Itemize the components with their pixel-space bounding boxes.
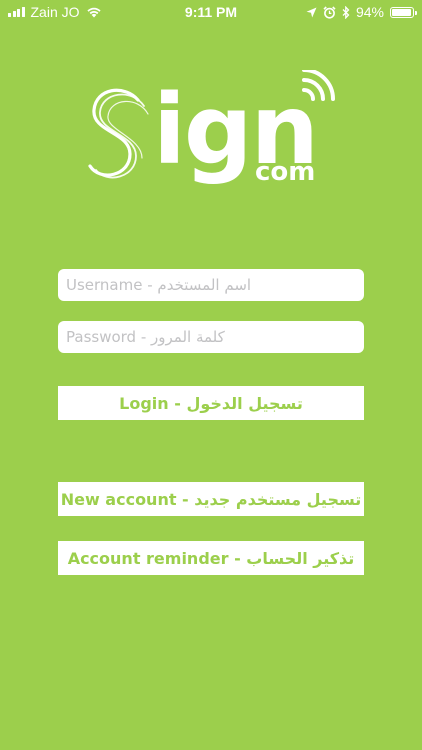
- logo-suffix: com: [255, 157, 316, 187]
- logo-s-stroke-outer: [88, 88, 140, 177]
- location-arrow-icon: [306, 7, 317, 17]
- login-button[interactable]: Login - تسجيل الدخول: [58, 386, 364, 420]
- account-reminder-button[interactable]: Account reminder - تذكير الحساب: [58, 541, 364, 575]
- bluetooth-icon: [342, 5, 350, 19]
- password-input[interactable]: [58, 321, 364, 353]
- new-account-button[interactable]: New account - تسجيل مستخدم جديد: [58, 482, 364, 516]
- battery-percentage: 94%: [355, 4, 384, 20]
- logo-s-stroke-inner: [95, 93, 145, 179]
- sign-com-logo: ign com: [88, 70, 338, 190]
- battery-level-fill: [392, 8, 411, 16]
- status-bar: Zain JO 9:11 PM 94%: [0, 0, 422, 24]
- alarm-clock-icon: [323, 5, 336, 19]
- username-input[interactable]: [58, 269, 364, 301]
- battery-icon: [390, 6, 417, 18]
- status-right: 94%: [306, 4, 417, 20]
